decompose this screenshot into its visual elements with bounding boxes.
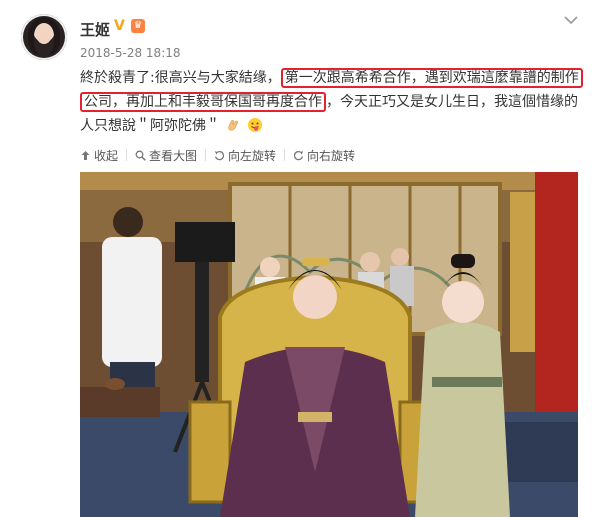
post-text-segment: 終於殺青了:很高兴与大家結缘， <box>80 70 281 86</box>
view-large-image-button[interactable]: 查看大图 <box>135 147 197 164</box>
rotate-left-button[interactable]: 向左旋转 <box>214 147 276 164</box>
chevron-down-icon[interactable] <box>563 14 579 26</box>
highlight-box: 公司，再加上和丰毅哥保国哥再度合作 <box>80 92 326 112</box>
rotate-right-button[interactable]: 向右旋转 <box>293 147 355 164</box>
post-text: 終於殺青了:很高兴与大家結缘， 第一次跟高希希合作，遇到欢瑞這麼靠譜的制作 公司，… <box>80 66 585 138</box>
post-text-segment: 人只想說＂阿弥陀佛＂ <box>80 118 220 134</box>
rotate-left-icon <box>214 150 225 160</box>
clap-hands-icon <box>228 119 239 131</box>
collapse-button[interactable]: 收起 <box>80 147 118 164</box>
highlight-box: 第一次跟高希希合作，遇到欢瑞這麼靠譜的制作 <box>280 68 583 88</box>
rotate-right-icon <box>293 150 304 160</box>
post-timestamp[interactable]: 2018-5-28 18:18 <box>80 46 181 60</box>
rotate-left-label: 向左旋转 <box>228 148 277 163</box>
collapse-arrow-icon <box>81 150 90 160</box>
verified-v-icon: V <box>114 18 125 34</box>
member-badge-icon[interactable]: ♛ <box>131 19 145 33</box>
magnifier-icon <box>135 150 146 161</box>
username[interactable]: 王姬 <box>80 19 110 40</box>
post-photo[interactable] <box>80 172 578 517</box>
post-text-segment: ，今天正巧又是女儿生日，我這個惜缘的 <box>326 94 578 110</box>
image-toolbar: 收起 查看大图 向左旋转 向右旋转 <box>80 146 355 164</box>
rotate-right-label: 向右旋转 <box>307 148 356 163</box>
avatar[interactable] <box>21 14 67 60</box>
view-large-label: 查看大图 <box>149 148 198 163</box>
tongue-face-icon <box>247 118 262 132</box>
photo-scene <box>80 172 578 517</box>
collapse-label: 收起 <box>94 148 119 163</box>
